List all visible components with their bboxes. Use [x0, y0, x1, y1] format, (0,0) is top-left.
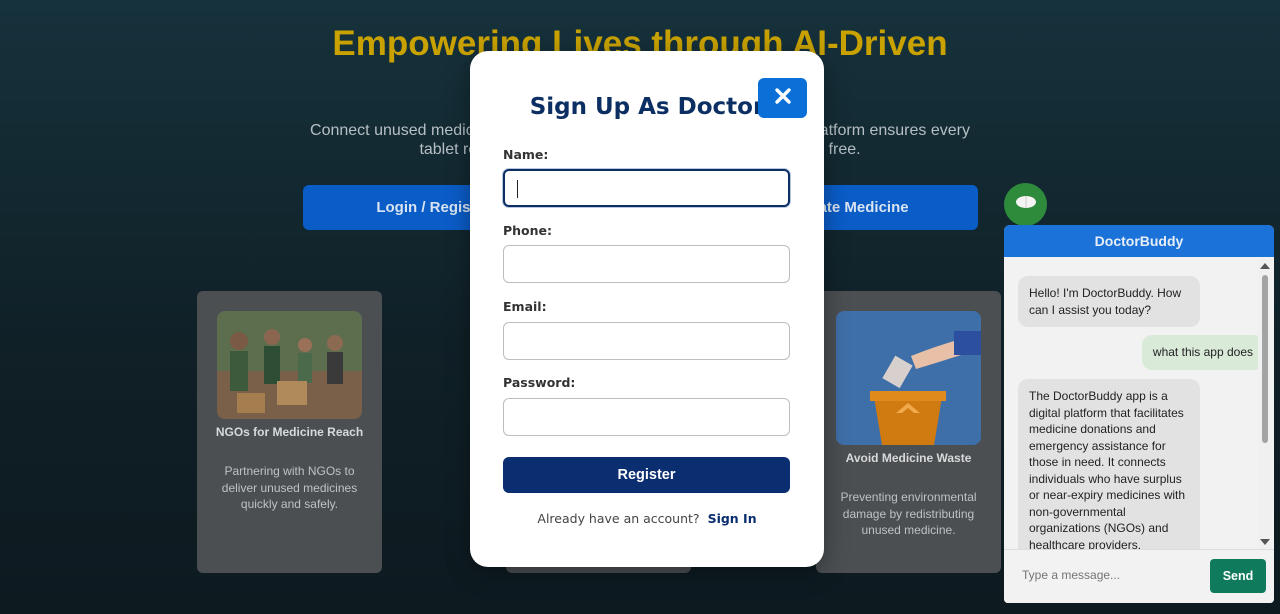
signin-link[interactable]: Sign In	[708, 511, 757, 526]
chat-title: DoctorBuddy	[1004, 225, 1274, 257]
signin-row: Already have an account? Sign In	[470, 511, 824, 526]
password-label: Password:	[503, 375, 576, 390]
send-button[interactable]: Send	[1210, 559, 1266, 593]
user-message: what this app does	[1141, 335, 1262, 370]
feature-card-ngos: NGOs for Medicine Reach Partnering with …	[197, 291, 382, 573]
scroll-thumb[interactable]	[1262, 275, 1268, 443]
register-button[interactable]: Register	[503, 457, 790, 493]
chat-messages[interactable]: Hello! I'm DoctorBuddy. How can I assist…	[1004, 259, 1262, 549]
name-label: Name:	[503, 147, 549, 162]
card-title: Avoid Medicine Waste	[845, 451, 972, 465]
bot-message: Hello! I'm DoctorBuddy. How can I assist…	[1018, 276, 1200, 327]
feature-card-waste: Avoid Medicine Waste Preventing environm…	[816, 291, 1001, 573]
signup-doctor-modal: Sign Up As Doctor Name: Phone: Email: Pa…	[470, 51, 824, 567]
phone-field[interactable]	[503, 245, 790, 283]
bot-message: The DoctorBuddy app is a digital platfor…	[1018, 379, 1200, 549]
close-button[interactable]	[758, 78, 807, 118]
pill-icon	[1015, 195, 1037, 214]
password-field[interactable]	[503, 398, 790, 436]
chatbot-toggle-button[interactable]	[1004, 183, 1047, 226]
chat-widget: DoctorBuddy Hello! I'm DoctorBuddy. How …	[1004, 225, 1274, 603]
name-field[interactable]	[503, 169, 790, 207]
email-label: Email:	[503, 299, 547, 314]
close-icon	[774, 87, 792, 110]
signin-prompt: Already have an account?	[537, 511, 700, 526]
chat-scrollbar[interactable]	[1258, 259, 1272, 549]
medicine-bin-image	[836, 311, 981, 445]
email-field[interactable]	[503, 322, 790, 360]
card-description: Partnering with NGOs to deliver unused m…	[221, 464, 358, 511]
card-title: NGOs for Medicine Reach	[215, 425, 364, 439]
chat-message-input[interactable]	[1022, 568, 1177, 582]
ngo-volunteers-image	[217, 311, 362, 419]
phone-label: Phone:	[503, 223, 553, 238]
chat-footer: Send	[1004, 549, 1274, 603]
card-description: Preventing environmental damage by redis…	[840, 490, 977, 537]
text-caret	[517, 180, 518, 198]
scroll-down-arrow-icon[interactable]	[1260, 539, 1270, 545]
scroll-up-arrow-icon[interactable]	[1260, 263, 1270, 269]
